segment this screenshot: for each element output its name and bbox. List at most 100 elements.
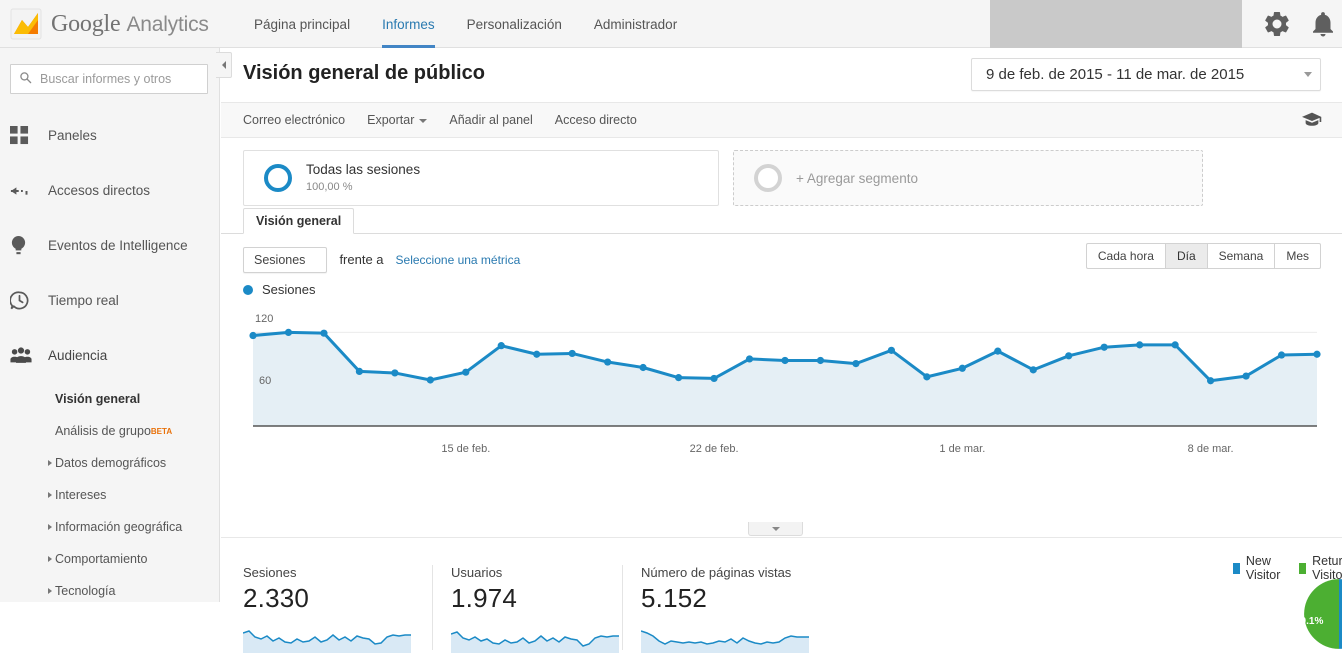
- sidebar-subitem-tecnologia[interactable]: Tecnología: [0, 575, 219, 607]
- sidebar-item-label: Accesos directos: [48, 183, 150, 198]
- segment-text: Todas las sesiones 100,00 %: [306, 162, 420, 195]
- granularity-day[interactable]: Día: [1165, 243, 1207, 269]
- topnav-item-customization[interactable]: Personalización: [451, 0, 578, 48]
- metric-tile-paginas-vistas[interactable]: Número de páginas vistas 5.152: [623, 565, 913, 650]
- sidebar-item-eventos-intelligence[interactable]: Eventos de Intelligence: [0, 218, 219, 273]
- metric-tile-usuarios[interactable]: Usuarios 1.974: [433, 565, 623, 650]
- action-label: Exportar: [367, 113, 414, 127]
- chevron-right-icon: [48, 524, 52, 530]
- sidebar-subitem-label: Visión general: [55, 392, 140, 406]
- tab-vision-general[interactable]: Visión general: [243, 208, 354, 234]
- sidebar-item-label: Paneles: [48, 128, 97, 143]
- brand-product: Analytics: [126, 13, 208, 36]
- segment-donut-placeholder-icon: [754, 164, 782, 192]
- people-icon: [10, 347, 44, 364]
- segment-donut-icon: [264, 164, 292, 192]
- line-chart-canvas: [243, 309, 1321, 439]
- topnav-item-admin[interactable]: Administrador: [578, 0, 693, 48]
- add-segment-button[interactable]: + Agregar segmento: [733, 150, 1203, 206]
- metric-tile-sesiones[interactable]: Sesiones 2.330: [243, 565, 433, 650]
- versus-label: frente a: [339, 252, 383, 267]
- sidebar-subitem-label: Comportamiento: [55, 552, 147, 566]
- action-shortcut[interactable]: Acceso directo: [555, 113, 637, 127]
- bell-icon[interactable]: [1308, 9, 1338, 39]
- sidebar-subitem-label: Análisis de grupo: [55, 424, 151, 438]
- topnav-item-reports[interactable]: Informes: [366, 0, 451, 48]
- y-axis-tick-120: 120: [255, 313, 273, 325]
- sidebar-subitem-vision-general[interactable]: Visión general: [0, 383, 219, 415]
- metric-value: 2.330: [243, 583, 432, 614]
- shortcut-arrow-icon: [10, 184, 44, 198]
- action-label: Correo electrónico: [243, 113, 345, 127]
- pie-slice-label-returning: 20.1%: [1295, 616, 1323, 627]
- sidebar-collapse-toggle[interactable]: [216, 52, 232, 78]
- account-selector-placeholder[interactable]: [990, 0, 1242, 48]
- sidebar-item-audiencia[interactable]: Audiencia: [0, 328, 219, 383]
- action-export[interactable]: Exportar: [367, 113, 427, 127]
- sidebar-item-tiempo-real[interactable]: Tiempo real: [0, 273, 219, 328]
- sidebar-item-accesos-directos[interactable]: Accesos directos: [0, 163, 219, 218]
- series-legend: Sesiones: [221, 276, 1342, 297]
- date-range-text: 9 de feb. de 2015 - 11 de mar. de 2015: [986, 66, 1244, 83]
- add-segment-label: + Agregar segmento: [796, 171, 918, 186]
- sidebar-subitem-label: Datos demográficos: [55, 456, 166, 470]
- sidebar-nav-list: Paneles Accesos directos Eventos de Inte…: [0, 108, 219, 607]
- sidebar-subitem-label: Intereses: [55, 488, 106, 502]
- beta-badge: BETA: [151, 427, 172, 436]
- audience-subnav: Visión general Análisis de grupoBETA Dat…: [0, 383, 219, 607]
- metric-label: Sesiones: [243, 565, 432, 580]
- search-icon: [19, 71, 32, 87]
- date-range-picker[interactable]: 9 de feb. de 2015 - 11 de mar. de 2015: [971, 58, 1321, 91]
- sidebar-subitem-datos-demograficos[interactable]: Datos demográficos: [0, 447, 219, 479]
- sidebar-item-label: Tiempo real: [48, 293, 119, 308]
- topnav-item-home[interactable]: Página principal: [238, 0, 366, 48]
- x-axis-tick-label: 8 de mar.: [1188, 443, 1234, 455]
- chart-controls: Sesiones frente a Seleccione una métrica…: [221, 234, 1342, 276]
- page-header: Visión general de público 9 de feb. de 2…: [221, 48, 1342, 103]
- sidebar: Paneles Accesos directos Eventos de Inte…: [0, 48, 220, 602]
- page-title: Visión general de público: [243, 62, 485, 85]
- action-email[interactable]: Correo electrónico: [243, 113, 345, 127]
- sidebar-subitem-intereses[interactable]: Intereses: [0, 479, 219, 511]
- chevron-right-icon: [48, 492, 52, 498]
- granularity-week[interactable]: Semana: [1207, 243, 1275, 269]
- metric-tiles: Sesiones 2.330 Usuarios 1.974 Número de …: [243, 565, 1016, 650]
- search-input[interactable]: [38, 71, 200, 87]
- search-box[interactable]: [10, 64, 208, 94]
- metric-select[interactable]: Sesiones: [243, 247, 327, 273]
- granularity-month[interactable]: Mes: [1274, 243, 1321, 269]
- action-label: Añadir al panel: [449, 113, 532, 127]
- sidebar-subitem-label: Información geográfica: [55, 520, 182, 534]
- metric-sparkline: [451, 625, 619, 653]
- sidebar-item-label: Eventos de Intelligence: [48, 238, 188, 253]
- legend-swatch-returning-visitor: [1299, 563, 1306, 574]
- action-bar: Correo electrónico Exportar Añadir al pa…: [221, 103, 1342, 138]
- chart-expand-toggle[interactable]: [748, 522, 803, 536]
- sidebar-subitem-informacion-geografica[interactable]: Información geográfica: [0, 511, 219, 543]
- metric-value: 1.974: [451, 583, 622, 614]
- x-axis-tick-label: 22 de feb.: [690, 443, 739, 455]
- segment-all-sessions[interactable]: Todas las sesiones 100,00 %: [243, 150, 719, 206]
- x-axis-tick-label: 1 de mar.: [939, 443, 985, 455]
- sidebar-subitem-analisis-de-grupo[interactable]: Análisis de grupoBETA: [0, 415, 219, 447]
- segment-name: Todas las sesiones: [306, 162, 420, 179]
- action-add-to-dashboard[interactable]: Añadir al panel: [449, 113, 532, 127]
- granularity-hourly[interactable]: Cada hora: [1086, 243, 1165, 269]
- segment-bar: Todas las sesiones 100,00 % + Agregar se…: [221, 138, 1342, 208]
- chevron-right-icon: [48, 556, 52, 562]
- metric-sparkline: [641, 625, 809, 653]
- sidebar-subitem-comportamiento[interactable]: Comportamiento: [0, 543, 219, 575]
- sidebar-item-paneles[interactable]: Paneles: [0, 108, 219, 163]
- series-legend-label: Sesiones: [262, 282, 315, 297]
- chevron-down-icon: [1304, 72, 1312, 77]
- sessions-line-chart[interactable]: 120 60 15 de feb. 22 de feb. 1 de mar. 8…: [243, 309, 1321, 454]
- graduation-cap-icon[interactable]: [1302, 112, 1322, 130]
- pie-chart-canvas: [1274, 578, 1342, 650]
- gear-icon[interactable]: [1262, 9, 1292, 39]
- series-legend-dot-icon: [243, 285, 253, 295]
- segment-percentage: 100,00 %: [306, 181, 420, 195]
- brand-logo-group[interactable]: GoogleAnalytics: [10, 6, 209, 42]
- tab-row: Visión general: [221, 208, 1342, 234]
- select-metric-link[interactable]: Seleccione una métrica: [396, 253, 521, 267]
- collapse-left-icon: [222, 61, 226, 69]
